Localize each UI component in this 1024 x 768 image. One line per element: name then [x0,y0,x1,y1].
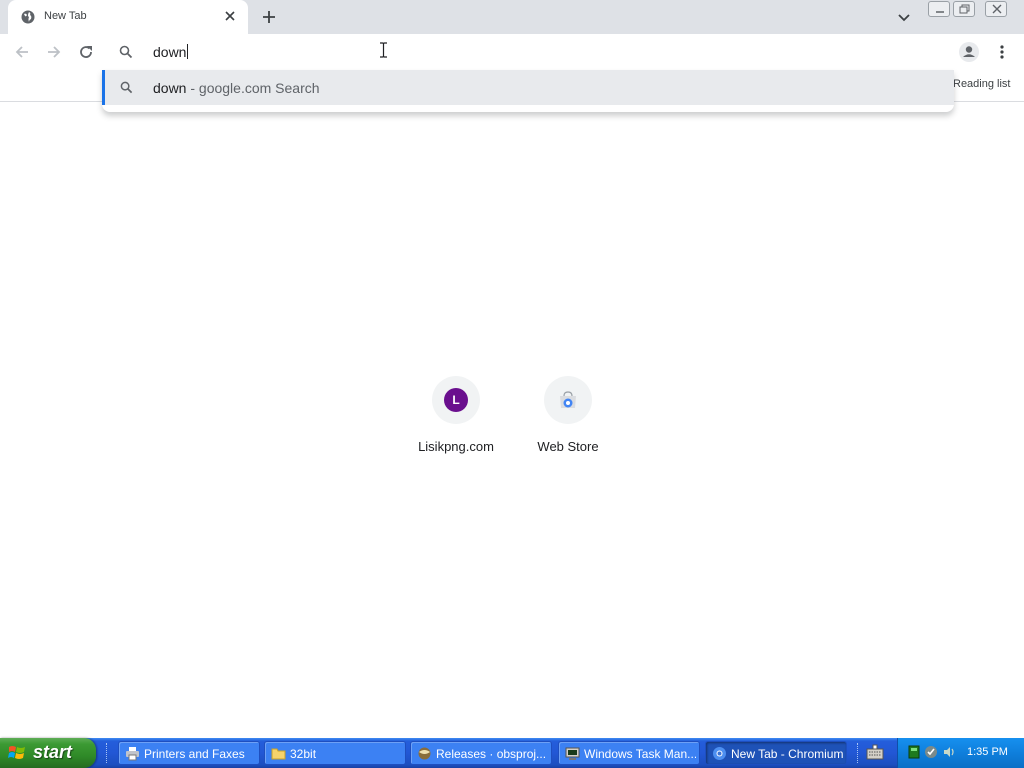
folder-icon [271,748,286,760]
system-tray: 1:35 PM [897,738,1024,768]
browser-icon [418,747,431,760]
shortcut-tile[interactable]: Web Store [512,374,624,464]
shortcut-icon-background [544,376,592,424]
globe-icon [21,10,35,24]
suggestion-text: down - google.com Search [153,80,320,96]
minimize-icon [936,11,944,13]
taskbar-item-label: Windows Task Man... [584,747,696,761]
tab-search-chevron-icon[interactable] [895,8,913,26]
screen: New Tab down Reading list down - google.… [0,0,1024,768]
taskbar-item-32bit[interactable]: 32bit [264,741,406,765]
keyboard-icon[interactable] [866,744,884,762]
security-shield-icon[interactable] [924,745,938,759]
forward-arrow-icon[interactable] [44,42,64,62]
taskbar-item-task-manager[interactable]: Windows Task Man... [558,741,700,765]
restore-button[interactable] [953,1,975,17]
address-bar-input[interactable]: down [153,44,189,60]
tab-title: New Tab [44,10,87,22]
shortcut-icon-background: L [432,376,480,424]
taskbar-item-label: Printers and Faxes [144,747,245,761]
taskbar-grip [857,743,860,763]
chromium-icon [713,747,726,760]
reading-list-button[interactable]: Reading list [953,78,1010,90]
reload-icon[interactable] [76,42,96,62]
tab-new-tab[interactable]: New Tab [8,0,248,34]
text-cursor-icon [380,42,387,58]
taskbar-clock: 1:35 PM [967,746,1008,758]
taskbar-item-printers-and-faxes[interactable]: Printers and Faxes [118,741,260,765]
restore-icon [959,4,970,14]
text-caret [187,44,189,59]
task-manager-icon [565,747,580,760]
omnibox-suggestions: down - google.com Search [102,70,954,112]
address-bar[interactable]: down [102,34,954,70]
start-button[interactable]: start [0,738,96,768]
close-tab-icon[interactable] [222,8,238,24]
shortcut-label: Web Store [537,439,599,454]
search-icon [120,81,133,94]
suggestion-item[interactable]: down - google.com Search [102,70,954,105]
close-icon [992,4,1002,14]
minimize-button[interactable] [928,1,950,17]
close-window-button[interactable] [985,1,1007,17]
shortcut-label: Lisikpng.com [418,439,494,454]
letter-avatar-icon: L [444,388,468,412]
network-status-icon[interactable] [907,745,921,759]
kebab-menu-icon[interactable] [995,44,1009,60]
taskbar-item-label: 32bit [290,747,317,761]
taskbar-item-new-tab-chromium[interactable]: New Tab - Chromium [705,741,847,765]
back-arrow-icon[interactable] [12,42,32,62]
printer-icon [126,747,139,761]
windows-logo-icon [8,746,25,759]
web-store-icon [560,391,576,408]
tab-strip: New Tab [0,0,1024,34]
taskbar-item-label: New Tab - Chromium [731,747,843,761]
start-label: start [33,742,73,762]
volume-icon[interactable] [942,745,956,759]
taskbar-item-releases[interactable]: Releases · obsproj... [410,741,552,765]
profile-avatar-icon[interactable] [958,41,980,63]
new-tab-button[interactable] [258,6,280,28]
taskbar-grip [106,743,109,763]
shortcut-tile[interactable]: L Lisikpng.com [400,374,512,464]
taskbar: start Printers and Faxes 32bit Releases … [0,738,1024,768]
search-icon [119,45,133,59]
suggestion-description: - google.com Search [186,80,320,96]
taskbar-item-label: Releases · obsproj... [436,747,547,761]
